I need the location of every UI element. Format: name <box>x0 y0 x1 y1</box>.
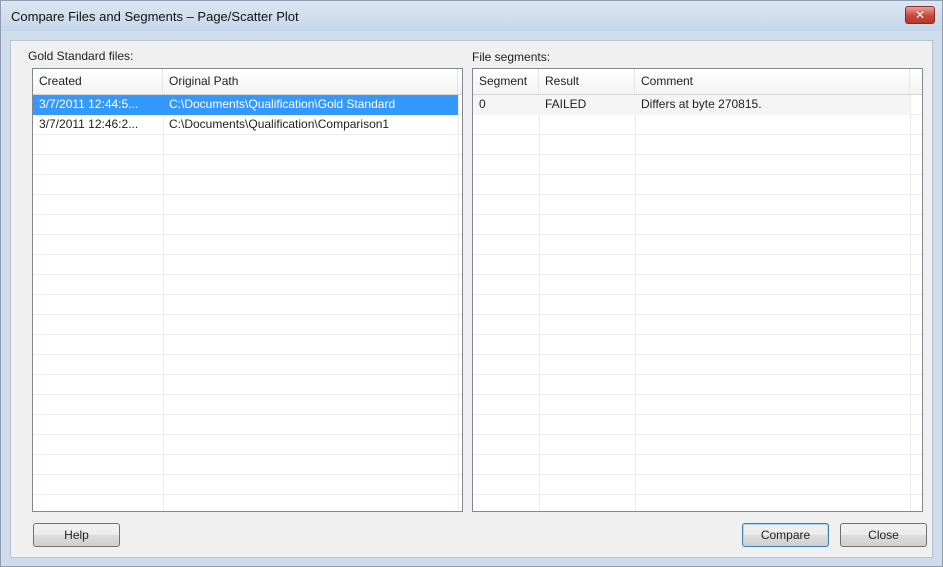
grid-line <box>33 495 462 511</box>
grid-line <box>473 435 922 455</box>
grid-line <box>33 175 462 195</box>
grid-line <box>473 335 922 355</box>
grid-line <box>473 495 922 511</box>
column-comment[interactable]: Comment <box>635 69 910 94</box>
grid-line <box>33 335 462 355</box>
file-segments-list-body: 0 FAILED Differs at byte 270815. <box>473 95 922 511</box>
grid-line <box>473 175 922 195</box>
gold-standard-label: Gold Standard files: <box>28 49 134 63</box>
column-created[interactable]: Created <box>33 69 163 94</box>
grid-line <box>473 235 922 255</box>
grid-line <box>33 235 462 255</box>
grid-line <box>33 475 462 495</box>
created-cell: 3/7/2011 12:44:5... <box>39 97 139 111</box>
file-segments-label: File segments: <box>472 50 551 64</box>
grid-line <box>473 275 922 295</box>
grid-line <box>33 435 462 455</box>
original-path-cell: C:\Documents\Qualification\Gold Standard <box>169 97 396 111</box>
file-segments-list[interactable]: Segment Result Comment 0 FAILED Differs at… <box>472 68 923 512</box>
created-cell: 3/7/2011 12:46:2... <box>39 117 139 131</box>
grid-line <box>473 455 922 475</box>
grid-line <box>473 195 922 215</box>
grid-line <box>33 275 462 295</box>
close-button[interactable]: Close <box>840 523 927 547</box>
grid-line <box>473 315 922 335</box>
window-title: Compare Files and Segments – Page/Scatte… <box>11 9 299 24</box>
original-path-cell: C:\Documents\Qualification\Comparison1 <box>169 117 390 131</box>
grid-line <box>473 355 922 375</box>
grid-line <box>473 295 922 315</box>
grid-line <box>33 415 462 435</box>
grid-line <box>473 215 922 235</box>
grid-line <box>33 255 462 275</box>
grid-line <box>473 115 922 135</box>
grid-line <box>33 395 462 415</box>
grid-line <box>473 475 922 495</box>
grid-line <box>473 395 922 415</box>
column-original-path[interactable]: Original Path <box>163 69 458 94</box>
column-divider <box>635 95 636 511</box>
gold-standard-row[interactable]: 3/7/2011 12:44:5... C:\Documents\Qualific… <box>33 95 458 115</box>
dialog-content: Gold Standard files: Created Original Pa… <box>10 40 933 558</box>
grid-line <box>33 215 462 235</box>
grid-line <box>473 155 922 175</box>
grid-line <box>33 195 462 215</box>
gold-standard-row[interactable]: 3/7/2011 12:46:2... C:\Documents\Qualific… <box>33 115 458 135</box>
grid-line <box>473 375 922 395</box>
close-icon: ✕ <box>914 8 926 22</box>
column-result[interactable]: Result <box>539 69 635 94</box>
compare-button[interactable]: Compare <box>742 523 829 547</box>
file-segments-list-header: Segment Result Comment <box>473 69 922 95</box>
column-divider <box>910 95 911 511</box>
segment-row[interactable]: 0 FAILED Differs at byte 270815. <box>473 95 910 115</box>
segment-cell: 0 <box>479 97 486 111</box>
grid-line <box>473 135 922 155</box>
title-bar[interactable]: Compare Files and Segments – Page/Scatte… <box>1 1 942 31</box>
grid-line <box>33 375 462 395</box>
grid-line <box>33 295 462 315</box>
grid-line <box>33 135 462 155</box>
result-cell: FAILED <box>545 97 587 111</box>
column-divider <box>539 95 540 511</box>
grid-line <box>473 415 922 435</box>
grid-line <box>33 355 462 375</box>
column-divider <box>458 95 459 511</box>
gold-standard-list-body: 3/7/2011 12:44:5... C:\Documents\Qualific… <box>33 95 462 511</box>
column-divider <box>163 95 164 511</box>
grid-line <box>33 315 462 335</box>
grid-line <box>473 255 922 275</box>
grid-line <box>33 455 462 475</box>
help-button[interactable]: Help <box>33 523 120 547</box>
window-close-button[interactable]: ✕ <box>905 6 935 24</box>
dialog-window: Compare Files and Segments – Page/Scatte… <box>0 0 943 567</box>
comment-cell: Differs at byte 270815. <box>641 97 762 111</box>
gold-standard-list[interactable]: Created Original Path 3/7/2011 12:44:5..… <box>32 68 463 512</box>
grid-line <box>33 155 462 175</box>
gold-standard-list-header: Created Original Path <box>33 69 462 95</box>
column-segment[interactable]: Segment <box>473 69 539 94</box>
